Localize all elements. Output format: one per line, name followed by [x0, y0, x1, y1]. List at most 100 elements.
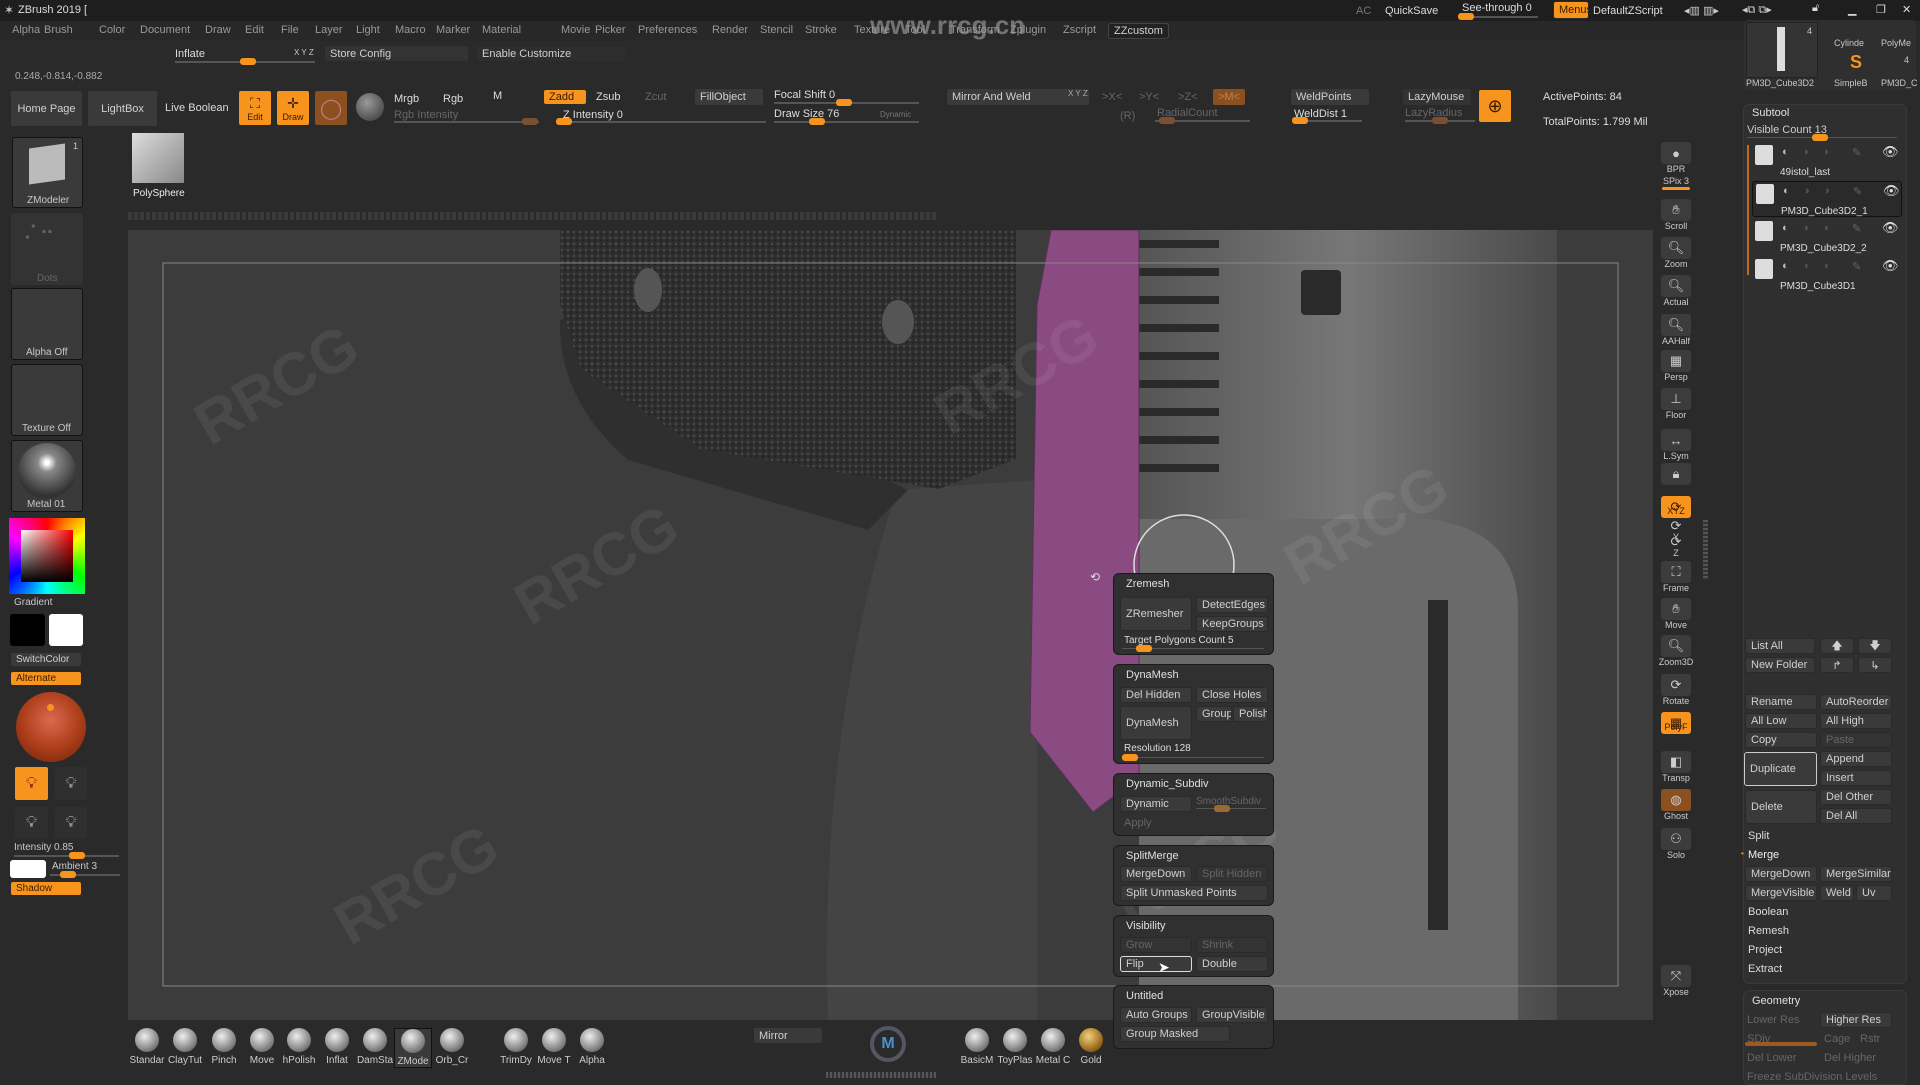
draw-size-slider[interactable] [774, 118, 919, 125]
home-page-button[interactable]: Home Page [10, 90, 83, 127]
delete-button[interactable]: Delete [1745, 790, 1817, 824]
fillobject-button[interactable]: FillObject [694, 88, 764, 106]
higher-res-button[interactable]: Higher Res [1820, 1012, 1892, 1028]
dynamic-toggle[interactable]: Dynamic [880, 110, 911, 119]
brush-pinch[interactable]: Pinch [205, 1028, 243, 1066]
menu-zscript[interactable]: Zscript [1063, 24, 1096, 36]
move-mode-button[interactable]: ◯ [314, 90, 348, 126]
shelf-actual-button[interactable]: 🔍︎ Actual [1656, 275, 1696, 307]
menu-preferences[interactable]: Preferences [638, 24, 697, 36]
menu-macro[interactable]: Macro [395, 24, 426, 36]
new-folder-button[interactable]: New Folder [1745, 657, 1815, 673]
split-hidden-button[interactable]: Split Hidden [1196, 866, 1268, 882]
canvas-viewport[interactable]: RRCG RRCG RRCG RRCG RRCG RRCG [128, 230, 1653, 1020]
switchcolor-button[interactable]: SwitchColor [10, 652, 82, 667]
lock-icon[interactable]: 🔓︎ [1812, 2, 1819, 15]
shrink-button[interactable]: Shrink [1196, 937, 1268, 953]
split-section[interactable]: Split [1748, 830, 1769, 842]
visible-count-slider[interactable] [1747, 134, 1897, 141]
brush-orb-cr[interactable]: Orb_Cr [433, 1028, 471, 1066]
lazymouse-button[interactable]: LazyMouse [1402, 88, 1472, 106]
subtool-toggle-icon[interactable]: ◐ [1782, 222, 1789, 234]
tool-thumb-cylinder[interactable]: Cylinde [1834, 38, 1864, 48]
radial-count-slider[interactable] [1155, 117, 1250, 124]
brush-thumb-zmodeler[interactable]: 1 ZModeler [12, 137, 83, 208]
shelf-floor-button[interactable]: ⊥ Floor [1656, 388, 1696, 420]
subtool-item[interactable]: ◐ ◑ ◑ ✎ 👁︎ PM3D_Cube3D2_2 [1752, 219, 1902, 255]
shelf-solo-button[interactable]: ⚇ Solo [1656, 828, 1696, 860]
del-other-button[interactable]: Del Other [1820, 789, 1892, 805]
dynamesh-button[interactable]: DynaMesh [1120, 706, 1192, 740]
secondary-color-swatch[interactable] [49, 614, 83, 646]
eye-icon[interactable]: 👁︎ [1883, 183, 1900, 199]
quicksave-button[interactable]: QuickSave [1385, 5, 1438, 17]
menu-color[interactable]: Color [99, 24, 125, 36]
color-picker[interactable] [9, 518, 85, 594]
palette-icon[interactable]: ◂⧉ ⧉▸ [1742, 3, 1772, 17]
list-all-button[interactable]: List All [1745, 638, 1815, 654]
inflate-xyz[interactable]: X Y Z [294, 48, 314, 57]
all-low-button[interactable]: All Low [1745, 713, 1817, 729]
m-button[interactable]: M [493, 90, 502, 102]
shelf-zoom-button[interactable]: 🔍︎ Zoom [1656, 237, 1696, 269]
subtool-toggle-icon[interactable]: ◐ [1782, 260, 1789, 272]
mergedown-popup-button[interactable]: MergeDown [1120, 866, 1192, 882]
paste-button[interactable]: Paste [1820, 732, 1892, 748]
subtool-item[interactable]: ◐ ◑ ◑ ✎ 👁︎ PM3D_Cube3D2_1 [1752, 181, 1902, 217]
rgb-intensity-slider[interactable] [394, 118, 539, 125]
panel-scrollbar[interactable] [1703, 520, 1708, 580]
menu-file[interactable]: File [281, 24, 299, 36]
smoothsubdiv-slider[interactable] [1196, 805, 1266, 812]
del-lower-button[interactable]: Del Lower [1747, 1052, 1797, 1064]
welddist-slider[interactable] [1292, 117, 1362, 124]
alternate-button[interactable]: Alternate [10, 671, 82, 686]
menu-transform[interactable]: Transform [950, 24, 1000, 36]
mirror-z-button[interactable]: >Z< [1178, 91, 1198, 103]
brush-standar[interactable]: Standar [128, 1028, 166, 1066]
shelf-transp-button[interactable]: ◧ Transp [1656, 751, 1696, 783]
material-metal-c[interactable]: Metal C [1034, 1028, 1072, 1066]
light-bulb-4-icon[interactable]: 💡︎ [54, 806, 88, 839]
target-polygons-slider[interactable] [1122, 645, 1264, 652]
texture-thumb[interactable]: Texture Off [11, 364, 83, 436]
subtool-polypaint-icon[interactable]: ◑ [1802, 222, 1809, 234]
close-icon[interactable]: ✕ [1902, 3, 1911, 16]
extract-section[interactable]: Extract [1748, 963, 1782, 975]
shelf-xyz-button[interactable]: ⟳ XYZ [1656, 496, 1696, 518]
subtool-mask-icon[interactable]: ◑ [1822, 222, 1829, 234]
move-down-icon[interactable]: 🡇︎ [1858, 638, 1892, 654]
shelf-spix-3-button[interactable]: SPix 3 [1656, 176, 1696, 191]
auto-groups-button[interactable]: Auto Groups [1120, 1007, 1192, 1023]
keepgroups-button[interactable]: KeepGroups [1196, 616, 1268, 632]
rgb-button[interactable]: Rgb [443, 93, 463, 105]
menu-light[interactable]: Light [356, 24, 380, 36]
weldpoints-button[interactable]: WeldPoints [1290, 88, 1370, 106]
subtool-toggle-icon[interactable]: ◐ [1782, 146, 1789, 158]
subtool-polypaint-icon[interactable]: ◑ [1802, 146, 1809, 158]
del-hidden-button[interactable]: Del Hidden [1120, 687, 1192, 703]
subtool-brush-icon[interactable]: ✎ [1853, 185, 1862, 198]
menu-edit[interactable]: Edit [245, 24, 264, 36]
menu-brush[interactable]: Brush [44, 24, 73, 36]
project-section[interactable]: Project [1748, 944, 1782, 956]
rename-button[interactable]: Rename [1745, 694, 1817, 710]
menu-draw[interactable]: Draw [205, 24, 231, 36]
uv-button[interactable]: Uv [1856, 885, 1892, 901]
eye-icon[interactable]: 👁︎ [1882, 258, 1899, 274]
brush-inflat[interactable]: Inflat [318, 1028, 356, 1066]
material-toyplas[interactable]: ToyPlas [996, 1028, 1034, 1066]
mirror-x-button[interactable]: >X< [1102, 91, 1122, 103]
move-out-folder-icon[interactable]: ↳ [1858, 657, 1892, 673]
sculptris-icon[interactable] [356, 93, 384, 121]
radial-r-button[interactable]: (R) [1120, 110, 1135, 122]
subtool-toggle-icon[interactable]: ◐ [1783, 185, 1790, 197]
material-gold[interactable]: Gold [1072, 1028, 1110, 1066]
subtool-polypaint-icon[interactable]: ◑ [1802, 260, 1809, 272]
freeze-subdivision-button[interactable]: Freeze SubDivision Levels [1747, 1071, 1877, 1083]
shelf-frame-button[interactable]: ⛶ Frame [1656, 561, 1696, 593]
del-all-button[interactable]: Del All [1820, 808, 1892, 824]
menu-material[interactable]: Material [482, 24, 521, 36]
subtool-mask-icon[interactable]: ◑ [1822, 260, 1829, 272]
shelf-bpr-button[interactable]: ● BPR [1656, 142, 1696, 174]
detectedges-button[interactable]: DetectEdges [1196, 597, 1268, 613]
